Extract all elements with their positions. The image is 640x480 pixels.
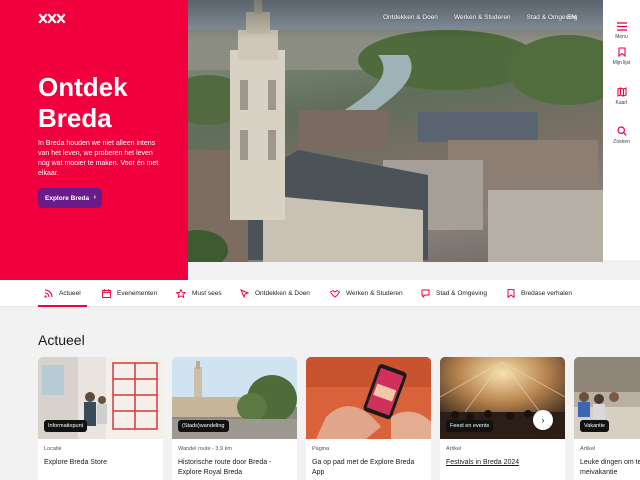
- map-icon: [616, 87, 627, 97]
- tab-bredase-verhalen[interactable]: Bredase verhalen: [507, 280, 572, 307]
- rail-mijn-lijst[interactable]: Mijn lijst: [603, 47, 640, 66]
- card-image: [306, 357, 431, 439]
- card-badge: Informatiepunt: [44, 420, 88, 432]
- card-category: Artikel: [580, 446, 596, 452]
- page: Ontdek Breda In Breda houden we niet all…: [0, 0, 640, 480]
- tab-stad-omgeving[interactable]: Stad & Omgeving: [421, 280, 487, 307]
- rail-zoeken[interactable]: Zoeken: [603, 126, 640, 145]
- card-title: Explore Breda Store: [44, 459, 108, 466]
- tab-werken-studeren-label: Werken & Studeren: [346, 290, 403, 297]
- calendar-icon: [102, 289, 111, 298]
- hero-photo: [188, 0, 603, 262]
- rss-icon: [44, 289, 53, 298]
- card-title: Festivals in Breda 2024: [446, 459, 520, 466]
- xxx-logo-icon[interactable]: [38, 12, 66, 24]
- hero-title: Ontdek Breda: [38, 72, 178, 134]
- tab-ontdekken-doen-label: Ontdekken & Doen: [255, 290, 310, 297]
- card-explore-breda-store[interactable]: Informatiepunt Locatie Explore Breda Sto…: [38, 357, 163, 480]
- bookmark-icon: [507, 289, 515, 298]
- top-navigation: Ontdekken & Doen Werken & Studeren Stad …: [383, 14, 594, 21]
- tab-must-sees-label: Must sees: [192, 290, 222, 297]
- speech-icon: [421, 289, 430, 298]
- cursor-icon: [240, 289, 249, 298]
- chevron-right-icon: ›: [541, 415, 545, 425]
- card-badge: Vakantie: [580, 420, 609, 432]
- card-badge: (Stads)wandeling: [178, 420, 229, 432]
- language-switch[interactable]: EN: [567, 14, 576, 21]
- section-title: Actueel: [38, 332, 85, 348]
- tab-ontdekken-doen[interactable]: Ontdekken & Doen: [240, 280, 310, 307]
- card-category: Wandel route - 3,9 km: [178, 446, 232, 452]
- hero-title-line-2: Breda: [38, 103, 112, 133]
- category-tabs: Actueel Evenementen Must sees Ontdekken …: [0, 280, 640, 307]
- chevron-right-icon: ›: [93, 194, 96, 201]
- card-title: Historische route door Breda - Explore R…: [178, 459, 272, 476]
- shake-icon: [330, 289, 340, 298]
- hero-title-line-1: Ontdek: [38, 72, 128, 102]
- card-meivakantie[interactable]: Vakantie Artikel Leuke dingen om te doen…: [574, 357, 640, 480]
- card-title: Ga op pad met de Explore Breda App: [312, 459, 415, 476]
- actueel-section: Actueel Informatiepunt Locatie Explore B…: [0, 307, 640, 480]
- card-category: Artikel: [446, 446, 462, 452]
- card-category: Locatie: [44, 446, 62, 452]
- star-icon: [176, 289, 186, 298]
- card-badge: Feest en events: [446, 420, 494, 432]
- tab-evenementen[interactable]: Evenementen: [102, 280, 157, 307]
- tab-stad-omgeving-label: Stad & Omgeving: [436, 290, 487, 297]
- card-historische-route[interactable]: (Stads)wandeling Wandel route - 3,9 km H…: [172, 357, 297, 480]
- tab-evenementen-label: Evenementen: [117, 290, 158, 297]
- explore-breda-button[interactable]: Explore Breda ›: [38, 188, 102, 208]
- tab-werken-studeren[interactable]: Werken & Studeren: [330, 280, 403, 307]
- carousel-next-button[interactable]: ›: [533, 410, 553, 430]
- hero-text: In Breda houden we niet alleen intens va…: [38, 140, 159, 177]
- rail-menu[interactable]: Menu: [603, 22, 640, 40]
- bookmark-icon: [617, 47, 626, 57]
- menu-icon: [616, 22, 627, 31]
- tab-must-sees[interactable]: Must sees: [176, 280, 222, 307]
- rail-mijn-lijst-label: Mijn lijst: [612, 60, 631, 66]
- tab-actueel[interactable]: Actueel: [38, 280, 87, 307]
- side-rail: Menu Mijn lijst Kaart Zoeken: [603, 0, 640, 260]
- card-category: Pagina: [312, 446, 330, 452]
- rail-kaart-label: Kaart: [615, 100, 628, 106]
- search-icon: [616, 126, 627, 136]
- rail-zoeken-label: Zoeken: [613, 139, 630, 145]
- nav-ontdekken-doen[interactable]: Ontdekken & Doen: [383, 14, 438, 21]
- hero: Ontdek Breda In Breda houden we niet all…: [0, 0, 603, 280]
- card-title: Leuke dingen om te doen in de meivakanti…: [580, 459, 640, 476]
- rail-kaart[interactable]: Kaart: [603, 87, 640, 106]
- card-explore-breda-app[interactable]: Pagina Ga op pad met de Explore Breda Ap…: [306, 357, 431, 480]
- nav-werken-studeren[interactable]: Werken & Studeren: [454, 14, 511, 21]
- explore-breda-label: Explore Breda: [45, 194, 90, 202]
- rail-menu-label: Menu: [615, 34, 628, 40]
- tab-bredase-verhalen-label: Bredase verhalen: [521, 290, 572, 297]
- tab-actueel-label: Actueel: [59, 290, 81, 297]
